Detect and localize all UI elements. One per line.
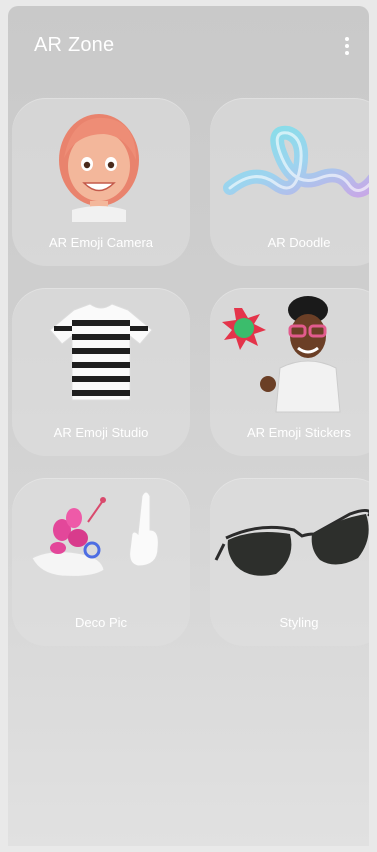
card-ar-emoji-studio[interactable]: AR Emoji Studio xyxy=(12,288,190,456)
card-ar-emoji-stickers[interactable]: AR Emoji Stickers xyxy=(210,288,369,456)
card-label: Styling xyxy=(279,615,319,630)
avatar-sticker-icon xyxy=(222,296,341,413)
card-label: Deco Pic xyxy=(74,615,128,630)
card-label: AR Emoji Studio xyxy=(53,425,149,440)
ar-zone-screen: AR Zone AR Emoji Camera AR Doodle AR Emo… xyxy=(8,6,369,846)
card-ar-emoji-camera[interactable]: AR Emoji Camera xyxy=(12,98,190,266)
card-ar-doodle[interactable]: AR Doodle xyxy=(210,98,369,266)
sunglasses-icon xyxy=(214,508,369,576)
more-options-icon[interactable] xyxy=(335,32,359,60)
card-label: AR Emoji Stickers xyxy=(246,425,352,440)
card-deco-pic[interactable]: Deco Pic xyxy=(12,478,190,646)
card-styling[interactable]: Styling xyxy=(210,478,369,646)
striped-tshirt-icon xyxy=(49,303,153,401)
page-title: AR Zone xyxy=(34,34,115,56)
avatar-face-icon xyxy=(59,114,139,222)
card-label: AR Emoji Camera xyxy=(48,235,154,250)
card-label: AR Doodle xyxy=(267,235,331,250)
balloon-hands-icon xyxy=(31,491,159,577)
app-header: AR Zone xyxy=(8,6,369,86)
doodle-squiggle-icon xyxy=(223,125,369,198)
